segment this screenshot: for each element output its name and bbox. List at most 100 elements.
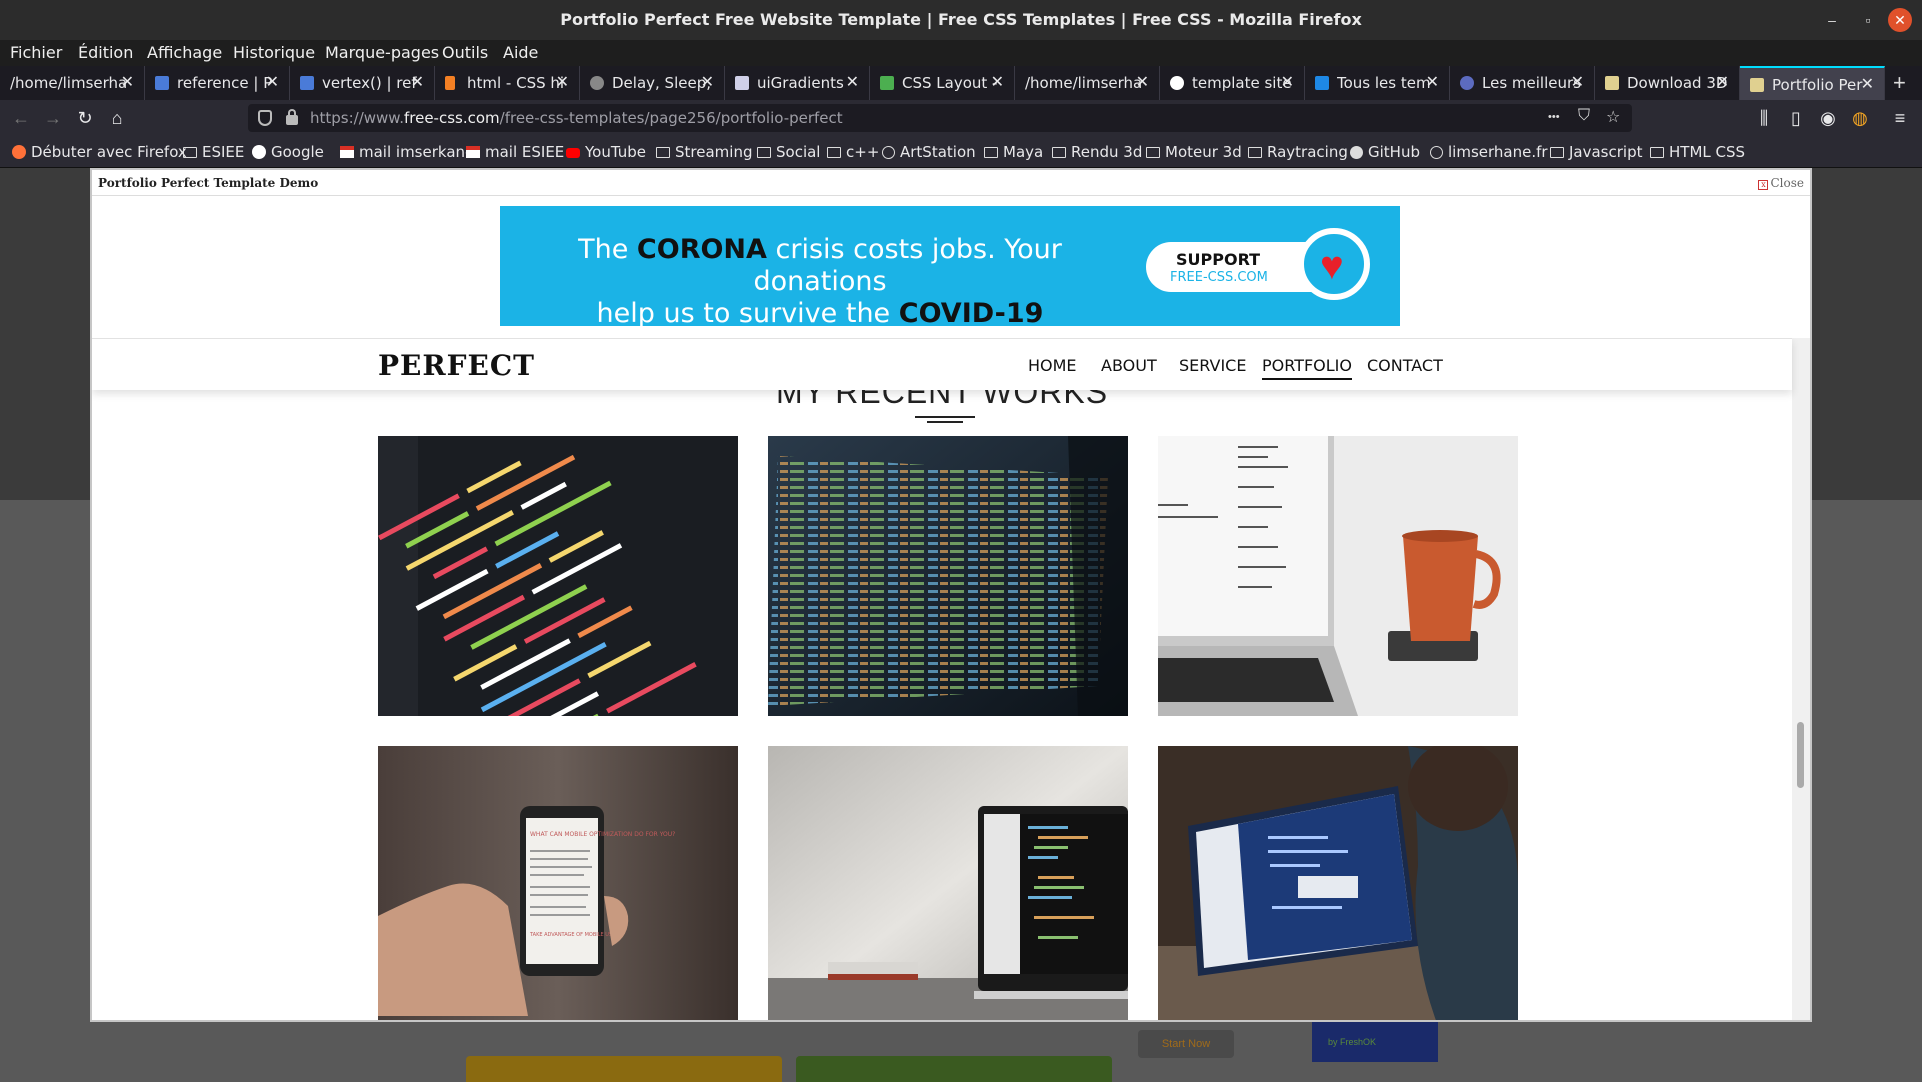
menu-edition[interactable]: Édition — [78, 43, 133, 62]
tab-close-icon[interactable]: ✕ — [1136, 72, 1149, 91]
tab-close-icon[interactable]: ✕ — [846, 72, 859, 91]
start-now-button[interactable]: Start Now — [1138, 1030, 1234, 1058]
work-item-laptop-code[interactable] — [768, 746, 1128, 1020]
maximize-button[interactable]: ▫ — [1856, 8, 1880, 32]
bookmark-rendu-3d[interactable]: Rendu 3d — [1052, 143, 1142, 161]
url-text[interactable]: https://www.free-css.com/free-css-templa… — [310, 109, 843, 127]
tab-close-icon[interactable]: ✕ — [411, 72, 424, 91]
tab-uigradients[interactable]: uiGradients ✕ — [725, 66, 870, 100]
bookmark-star-icon[interactable]: ☆ — [1606, 107, 1620, 127]
menu-outils[interactable]: Outils — [442, 43, 488, 62]
work-item-monitor-code[interactable] — [768, 436, 1128, 716]
page-actions-icon[interactable]: ••• — [1548, 111, 1560, 123]
tab-close-icon[interactable]: ✕ — [1716, 72, 1729, 91]
tab-html-css[interactable]: html - CSS hi ✕ — [435, 66, 580, 100]
tab-close-icon[interactable]: ✕ — [1571, 72, 1584, 91]
bookmark-artstation[interactable]: ArtStation — [882, 143, 976, 161]
bookmark-mail-esiee[interactable]: mail ESIEE — [466, 143, 564, 161]
tab-portfolio-perfect[interactable]: Portfolio Per ✕ — [1740, 66, 1885, 100]
bookmark-mail-imserkane[interactable]: mail imserkane — [340, 143, 474, 161]
work-item-person-laptop[interactable] — [1158, 746, 1518, 1020]
menu-aide[interactable]: Aide — [503, 43, 538, 62]
site-icon — [1750, 78, 1764, 92]
tab-les-meilleurs[interactable]: Les meilleurs ✕ — [1450, 66, 1595, 100]
extension-icon[interactable]: ◍ — [1848, 106, 1872, 130]
tab-close-icon[interactable]: ✕ — [701, 72, 714, 91]
bookmark-github[interactable]: GitHub — [1350, 143, 1420, 161]
tab-tous-les-templates[interactable]: Tous les tem ✕ — [1305, 66, 1450, 100]
tracking-shield-icon[interactable] — [258, 110, 272, 126]
bookmark-limserhane[interactable]: limserhane.fr — [1430, 143, 1548, 161]
tab-close-icon[interactable]: ✕ — [556, 72, 569, 91]
bookmark-raytracing[interactable]: Raytracing — [1248, 143, 1348, 161]
reload-button[interactable]: ↻ — [73, 106, 97, 130]
tab-delay-sleep[interactable]: Delay, Sleep, ✕ — [580, 66, 725, 100]
tab-strip: /home/limserha ✕ reference | P ✕ vertex(… — [0, 66, 1922, 100]
home-button[interactable]: ⌂ — [105, 106, 129, 130]
menu-fichier[interactable]: Fichier — [10, 43, 62, 62]
nav-service[interactable]: SERVICE — [1179, 356, 1246, 375]
bookmark-youtube[interactable]: YouTube — [566, 143, 646, 161]
lock-icon[interactable] — [286, 109, 298, 125]
menu-marque-pages[interactable]: Marque-pages — [325, 43, 439, 62]
nav-about[interactable]: ABOUT — [1101, 356, 1157, 375]
bookmark-label: Rendu 3d — [1071, 143, 1143, 161]
bookmark-esiee[interactable]: ESIEE — [183, 143, 244, 161]
tab-vertex[interactable]: vertex() | ref ✕ — [290, 66, 435, 100]
tab-close-icon[interactable]: ✕ — [1426, 72, 1439, 91]
url-bar[interactable]: https://www.free-css.com/free-css-templa… — [248, 104, 1632, 132]
tab-css-layout[interactable]: CSS Layout - ✕ — [870, 66, 1015, 100]
account-icon[interactable]: ◉ — [1816, 106, 1840, 130]
tab-close-icon[interactable]: ✕ — [1861, 74, 1874, 93]
work-item-laptop-mug[interactable] — [1158, 436, 1518, 716]
gmail-icon — [466, 146, 480, 158]
demo-close-button[interactable]: x Close — [1758, 176, 1804, 190]
nav-contact[interactable]: CONTACT — [1367, 356, 1443, 375]
nav-home[interactable]: HOME — [1028, 356, 1077, 375]
ui-icon — [735, 76, 749, 90]
work-item-code-editor[interactable] — [378, 436, 738, 716]
url-domain: free-css.com — [403, 109, 500, 127]
tab-template-site[interactable]: template site ✕ — [1160, 66, 1305, 100]
tab-close-icon[interactable]: ✕ — [991, 72, 1004, 91]
download-button[interactable] — [466, 1056, 782, 1082]
sidebar-icon[interactable]: ▯ — [1784, 106, 1808, 130]
site-scrollbar[interactable] — [1792, 338, 1810, 1020]
bookmarks-toolbar: Débuter avec Firefox ESIEE Google mail i… — [0, 136, 1922, 168]
nav-portfolio[interactable]: PORTFOLIO — [1262, 356, 1352, 380]
bookmark-moteur-3d[interactable]: Moteur 3d — [1146, 143, 1242, 161]
menu-historique[interactable]: Historique — [233, 43, 315, 62]
forward-button[interactable]: → — [41, 106, 65, 130]
tab-home-limserhane-2[interactable]: /home/limserha ✕ — [1015, 66, 1160, 100]
work-item-phone[interactable]: WHAT CAN MOBILE OPTIMIZATION DO FOR YOU?… — [378, 746, 738, 1020]
new-tab-button[interactable]: + — [1893, 70, 1906, 96]
bookmark-javascript[interactable]: Javascript — [1550, 143, 1642, 161]
window-title: Portfolio Perfect Free Website Template … — [560, 10, 1362, 29]
tab-close-icon[interactable]: ✕ — [121, 72, 134, 91]
youtube-icon — [566, 148, 580, 158]
tab-home-limserhane-1[interactable]: /home/limserha ✕ — [0, 66, 145, 100]
bookmark-maya[interactable]: Maya — [984, 143, 1043, 161]
minimize-button[interactable]: – — [1820, 8, 1844, 32]
bookmark-cpp[interactable]: c++ — [827, 143, 879, 161]
tab-download-3d[interactable]: Download 3D ✕ — [1595, 66, 1740, 100]
tab-reference[interactable]: reference | P ✕ — [145, 66, 290, 100]
site-logo[interactable]: PERFECT — [378, 349, 535, 382]
bookmark-debuter-firefox[interactable]: Débuter avec Firefox — [12, 143, 187, 161]
donation-banner[interactable]: The CORONA crisis costs jobs. Your donat… — [500, 206, 1400, 361]
library-icon[interactable]: ⫼ — [1752, 106, 1776, 130]
close-window-button[interactable]: ✕ — [1888, 8, 1912, 32]
bookmark-streaming[interactable]: Streaming — [656, 143, 752, 161]
pocket-icon[interactable]: ⛉ — [1578, 107, 1590, 125]
back-button[interactable]: ← — [9, 106, 33, 130]
bookmark-html-css[interactable]: HTML CSS — [1650, 143, 1745, 161]
tab-close-icon[interactable]: ✕ — [1281, 72, 1294, 91]
bookmark-social[interactable]: Social — [757, 143, 820, 161]
scrollbar-thumb[interactable] — [1797, 722, 1804, 788]
tab-close-icon[interactable]: ✕ — [266, 72, 279, 91]
page-content: Start Now by FreshOK Portfolio Perfect T… — [0, 168, 1922, 1082]
live-demo-button[interactable] — [796, 1056, 1112, 1082]
app-menu-icon[interactable]: ≡ — [1888, 106, 1912, 130]
bookmark-google[interactable]: Google — [252, 143, 324, 161]
menu-affichage[interactable]: Affichage — [147, 43, 222, 62]
